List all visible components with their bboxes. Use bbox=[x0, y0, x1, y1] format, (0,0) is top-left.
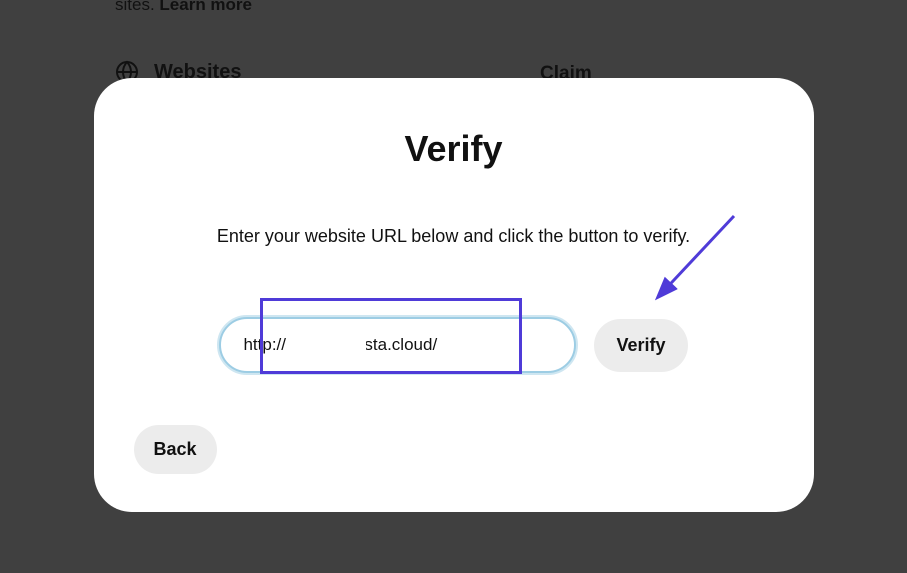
modal-overlay: Verify Enter your website URL below and … bbox=[0, 0, 907, 573]
arrow-annotation bbox=[629, 208, 744, 308]
url-input-wrapper bbox=[219, 317, 576, 373]
website-url-input[interactable] bbox=[219, 317, 576, 373]
modal-instruction: Enter your website URL below and click t… bbox=[134, 226, 774, 247]
verify-modal: Verify Enter your website URL below and … bbox=[94, 78, 814, 512]
input-row: Verify bbox=[134, 317, 774, 373]
verify-button[interactable]: Verify bbox=[594, 319, 687, 372]
back-button[interactable]: Back bbox=[134, 425, 217, 474]
modal-title: Verify bbox=[134, 128, 774, 170]
